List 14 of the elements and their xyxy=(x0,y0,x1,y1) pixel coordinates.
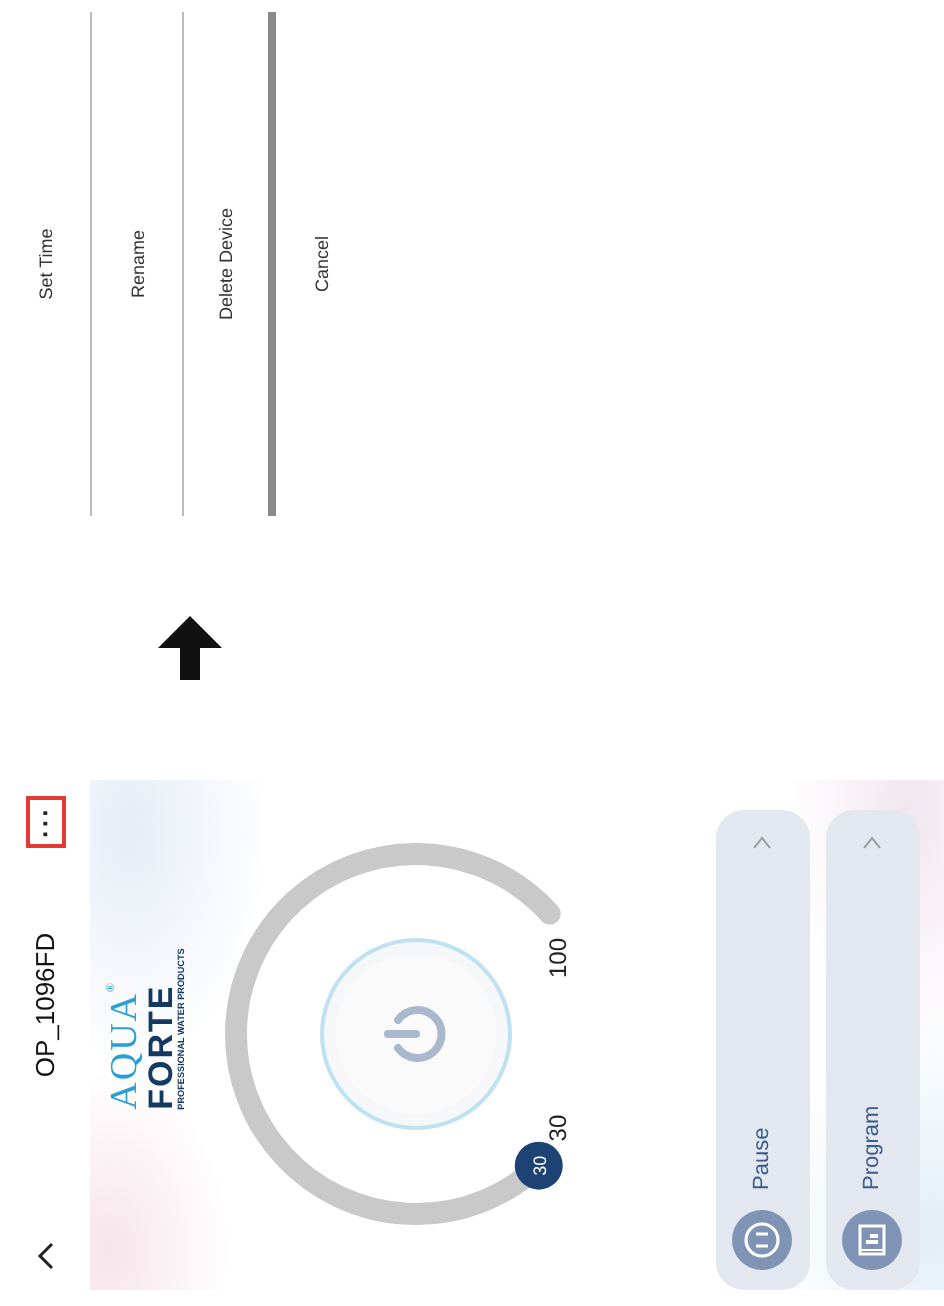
mode-card[interactable]: Program xyxy=(825,810,920,1290)
thumb-value: 30 xyxy=(528,1156,549,1177)
power-icon xyxy=(383,1007,445,1063)
max-label: 100 xyxy=(543,938,572,980)
arrow-icon xyxy=(154,612,226,684)
notebook-icon xyxy=(842,1210,903,1270)
device-title: OP_1096FD xyxy=(30,930,60,1082)
chevron-icon[interactable] xyxy=(35,1242,55,1270)
dial-thumb[interactable] xyxy=(513,1142,562,1191)
logo-word: FORTE xyxy=(144,984,178,1110)
more-button[interactable]: ··· xyxy=(25,796,65,848)
pause-icon xyxy=(732,1210,793,1270)
min-label: 30 xyxy=(543,1115,572,1143)
mode-card[interactable]: Pause xyxy=(715,810,810,1290)
